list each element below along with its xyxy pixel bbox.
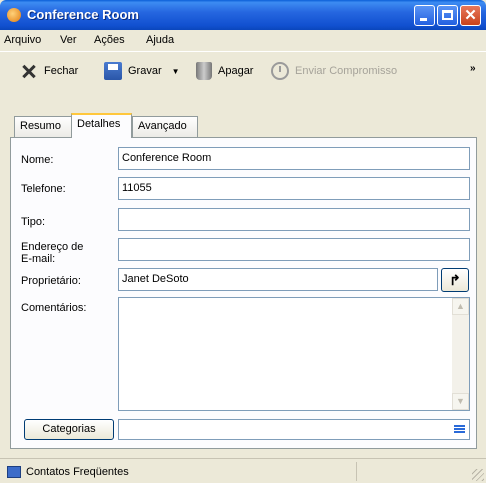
categories-button[interactable]: Categorias — [24, 419, 114, 440]
contact-window: Conference Room ✕ Arquivo Ver Ações Ajud… — [0, 0, 486, 483]
phone-label: Telefone: — [21, 183, 66, 195]
window-title: Conference Room — [27, 7, 139, 22]
close-button-label: Fechar — [44, 65, 79, 77]
clock-icon — [271, 62, 289, 80]
email-label-line1: Endereço de — [21, 241, 84, 253]
close-x-icon — [20, 62, 38, 80]
tab-avancado[interactable]: Avançado — [132, 116, 198, 137]
email-label-line2: E-mail: — [21, 253, 56, 265]
tab-resumo[interactable]: Resumo — [14, 116, 72, 137]
close-window-button[interactable]: ✕ — [460, 5, 481, 26]
name-field[interactable]: Conference Room — [118, 147, 470, 170]
menu-ajuda[interactable]: Ajuda — [146, 34, 174, 46]
minimize-button[interactable] — [414, 5, 435, 26]
delete-button[interactable]: Apagar — [196, 60, 253, 82]
toolbar: Fechar Gravar ▼ Apagar Enviar Compromiss… — [0, 51, 486, 87]
owner-label: Proprietário: — [21, 275, 81, 287]
type-field[interactable] — [118, 208, 470, 231]
address-book-icon — [7, 466, 21, 478]
name-label: Nome: — [21, 154, 54, 166]
type-label: Tipo: — [21, 216, 46, 228]
save-button-label: Gravar — [128, 65, 162, 77]
resource-icon — [7, 8, 21, 22]
menu-arquivo[interactable]: Arquivo — [4, 34, 41, 46]
close-icon: ✕ — [464, 7, 477, 24]
resize-grip-icon[interactable] — [472, 469, 484, 481]
owner-field[interactable]: Janet DeSoto — [118, 268, 438, 291]
menu-acoes[interactable]: Ações — [94, 34, 125, 46]
status-text: Contatos Freqüentes — [26, 466, 129, 478]
minimize-icon — [420, 18, 427, 21]
close-button[interactable]: Fechar — [20, 60, 78, 82]
phone-field[interactable]: 11055 — [118, 177, 470, 200]
maximize-button[interactable] — [437, 5, 458, 26]
toolbar-overflow-chevron[interactable]: » — [470, 63, 476, 74]
comments-label: Comentários: — [21, 302, 87, 314]
scroll-down-icon[interactable]: ▼ — [452, 393, 469, 410]
tab-detalhes[interactable]: Detalhes — [71, 113, 132, 138]
comments-field[interactable]: ▲ ▼ — [118, 297, 470, 411]
comments-scrollbar[interactable]: ▲ ▼ — [452, 298, 469, 410]
maximize-icon — [442, 10, 453, 20]
save-disk-icon — [104, 62, 122, 80]
title-bar[interactable]: Conference Room ✕ — [0, 0, 486, 30]
send-meeting-button[interactable]: Enviar Compromisso — [271, 60, 397, 82]
menu-ver[interactable]: Ver — [60, 34, 77, 46]
status-bar: Contatos Freqüentes — [0, 458, 486, 483]
arrow-return-icon: ↱ — [449, 272, 461, 288]
trash-icon — [196, 62, 212, 80]
send-meeting-label: Enviar Compromisso — [295, 65, 398, 77]
select-owner-button[interactable]: ↱ — [441, 268, 469, 292]
delete-button-label: Apagar — [218, 65, 254, 77]
status-divider — [356, 462, 357, 481]
save-dropdown-icon[interactable]: ▼ — [172, 67, 180, 76]
list-icon[interactable] — [454, 425, 465, 434]
email-field[interactable] — [118, 238, 470, 261]
scroll-up-icon[interactable]: ▲ — [452, 298, 469, 315]
save-button[interactable]: Gravar ▼ — [104, 60, 180, 82]
categories-field[interactable] — [118, 419, 470, 440]
menu-bar: Arquivo Ver Ações Ajuda — [0, 30, 486, 50]
